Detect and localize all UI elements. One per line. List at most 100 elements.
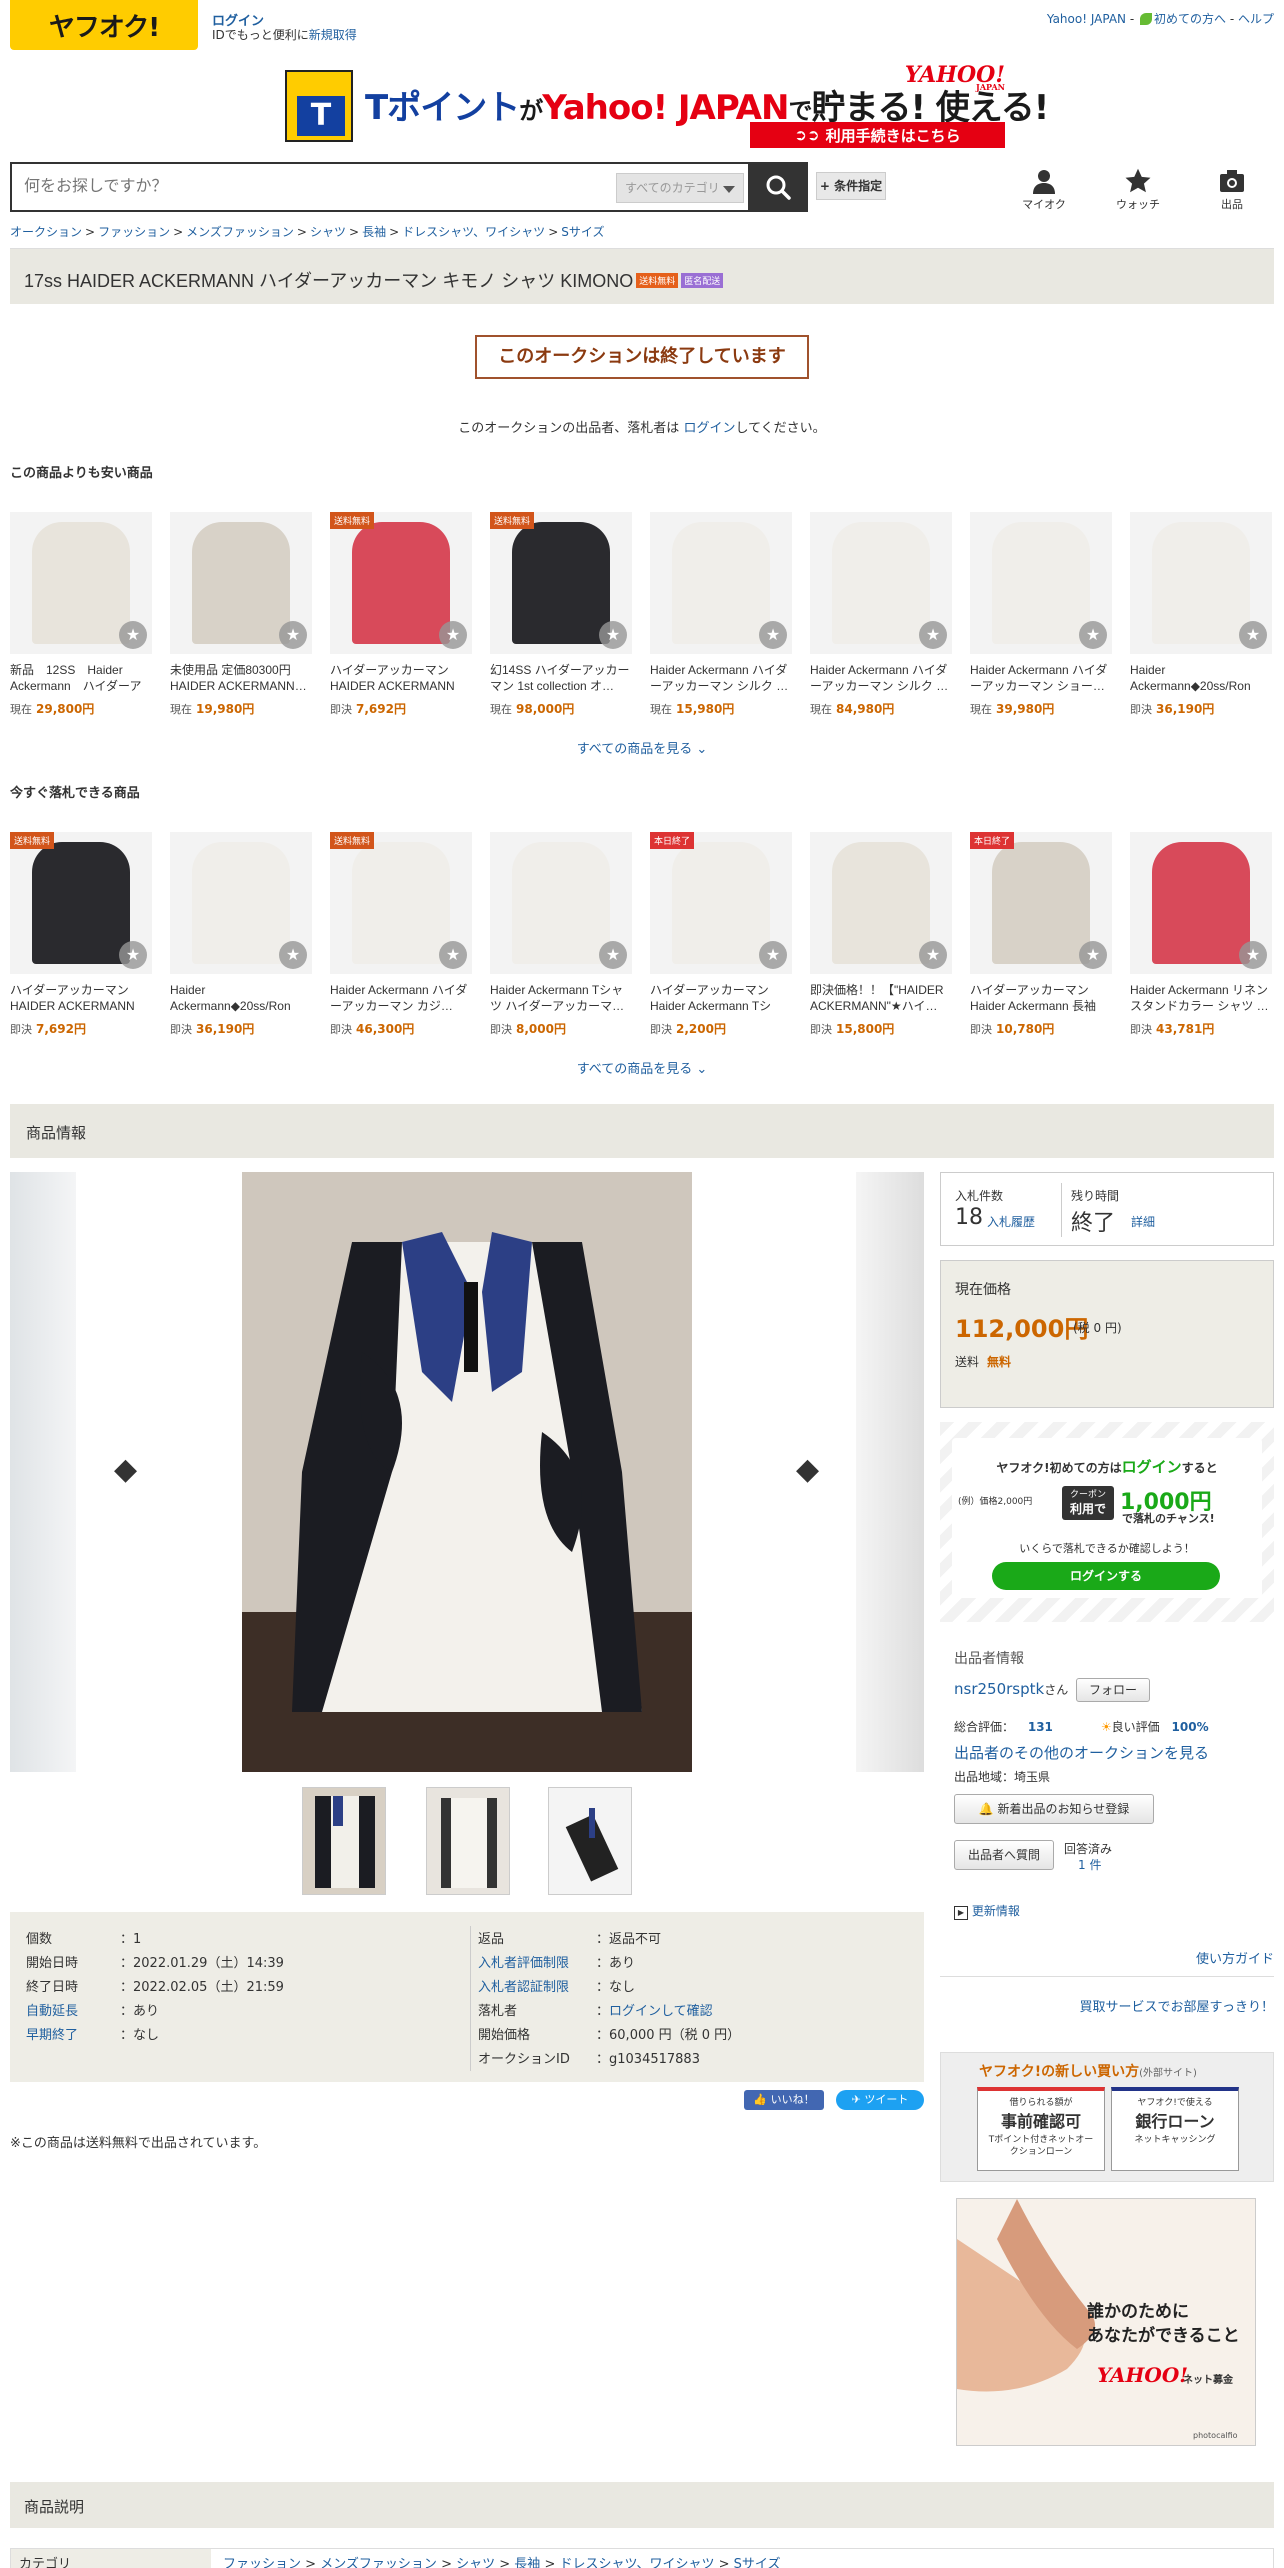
thumbnail-2[interactable] [426,1787,510,1895]
thumbnail-1[interactable] [302,1787,386,1895]
product-image[interactable]: ★ [970,512,1112,654]
product-name[interactable]: Haider Ackermann ハイダーアッカーマン シルク … [810,662,952,694]
product-name[interactable]: ハイダーアッカーマン HAIDER ACKERMANN 15… [10,982,152,1014]
breadcrumb-item[interactable]: Sサイズ [561,225,604,239]
watch-star-icon[interactable]: ★ [599,941,627,969]
myauction-nav[interactable]: マイオク [1014,166,1074,212]
breadcrumb-item[interactable]: メンズファッション [186,225,294,239]
spec-key[interactable]: 入札者認証制限 [478,1976,596,1995]
product-card[interactable]: 送料無料 ★ ハイダーアッカーマン HAIDER ACKERMANN 15… 即決7,… [10,832,152,1037]
product-image[interactable]: 送料無料 ★ [490,512,632,654]
breadcrumb-item[interactable]: シャツ [310,225,346,239]
buynow-see-all-link[interactable]: すべての商品を見る ⌄ [0,1058,1284,1077]
watch-star-icon[interactable]: ★ [759,941,787,969]
product-card[interactable]: 送料無料 ★ Haider Ackermann ハイダーアッカーマン カジ… 即決 46… [330,832,472,1037]
yahuoku-logo[interactable]: ヤフオク! [10,0,198,50]
signup-link[interactable]: 新規取得 [309,28,357,42]
sell-nav[interactable]: 出品 [1202,166,1262,212]
spec-key[interactable]: 自動延長 [26,2000,120,2019]
spec-value[interactable]: ログインして確認 [609,2004,713,2019]
description-breadcrumb-item[interactable]: Sサイズ [734,2557,781,2568]
breadcrumb-item[interactable]: オークション [10,225,82,239]
product-name[interactable]: ハイダーアッカーマン HAIDER ACKERMANN 15… [330,662,472,694]
product-card[interactable]: ★ 未使用品 定価80300円 HAIDER ACKERMANN… 現在 19,980… [170,512,312,717]
product-name[interactable]: Haider Ackermann◆20ss/Ron Herman別注/ジ… [170,982,312,1014]
product-image[interactable]: 本日終了 ★ [970,832,1112,974]
product-card[interactable]: ★ Haider Ackermann Tシャツ ハイダーアッカーマ… 即決 8,000… [490,832,632,1037]
update-info-link[interactable]: ▶ 更新情報 [954,1902,1020,1920]
yahoo-japan-link[interactable]: Yahoo! JAPAN [1047,12,1126,26]
answered-count-link[interactable]: 1 件 [1078,1856,1101,1873]
product-image[interactable]: ★ [810,512,952,654]
watch-star-icon[interactable]: ★ [439,621,467,649]
product-name[interactable]: 新品 12SS Haider Ackermann ハイダーアッ… [10,662,152,694]
product-card[interactable]: 本日終了 ★ ハイダーアッカーマン Haider Ackermann Tシャ… 即決2… [650,832,792,1037]
thumbnail-3[interactable] [548,1787,632,1895]
seller-name-link[interactable]: nsr250rsptk [954,1680,1044,1698]
description-breadcrumb-item[interactable]: 長袖 [514,2557,540,2568]
product-image[interactable]: 送料無料 ★ [330,512,472,654]
category-select[interactable]: すべてのカテゴリ [616,173,744,203]
product-card[interactable]: 本日終了 ★ ハイダーアッカーマン Haider Ackermann 長袖 ウ… 即決… [970,832,1112,1037]
description-breadcrumb-item[interactable]: メンズファッション [320,2557,437,2568]
product-name[interactable]: Haider Ackermann ハイダーアッカーマン シルク … [650,662,792,694]
product-card[interactable]: 送料無料 ★ ハイダーアッカーマン HAIDER ACKERMANN 15… 即決7,… [330,512,472,717]
product-name[interactable]: Haider Ackermann リネン スタンドカラー シャツ … [1130,982,1272,1014]
detail-link[interactable]: 詳細 [1131,1213,1155,1230]
product-card[interactable]: ★ Haider Ackermann◆20ss/Ron Herman別注/ジ… 即決… [1130,512,1272,717]
bank-loan-card[interactable]: ヤフオク!で使える 銀行ローン ネットキャッシング [1111,2087,1239,2171]
cheaper-see-all-link[interactable]: すべての商品を見る ⌄ [0,738,1284,757]
product-card[interactable]: ★ Haider Ackermann ハイダーアッカーマン シルク … 現在 15,9… [650,512,792,717]
rating-link[interactable]: 131 [1028,1720,1053,1734]
watch-star-icon[interactable]: ★ [119,941,147,969]
product-name[interactable]: Haider Ackermann ハイダーアッカーマン カジ… [330,982,472,1014]
product-image[interactable]: ★ [170,832,312,974]
ended-login-link[interactable]: ログイン [683,421,735,436]
help-link[interactable]: ヘルプ [1238,12,1274,26]
watch-star-icon[interactable]: ★ [599,621,627,649]
spec-key[interactable]: 早期終了 [26,2024,120,2043]
main-product-image[interactable] [242,1172,692,1772]
breadcrumb-item[interactable]: 長袖 [362,225,386,239]
description-breadcrumb-item[interactable]: ドレスシャツ、ワイシャツ [559,2557,714,2568]
guide-link[interactable]: 使い方ガイド [1196,1948,1274,1967]
product-image[interactable]: ★ [650,512,792,654]
beginner-link[interactable]: 初めての方へ [1154,12,1226,26]
seller-other-auctions-link[interactable]: 出品者のその他のオークションを見る [954,1742,1209,1763]
product-card[interactable]: ★ Haider Ackermann◆20ss/Ron Herman別注/ジ… 即決… [170,832,312,1037]
product-name[interactable]: Haider Ackermann Tシャツ ハイダーアッカーマ… [490,982,632,1014]
watch-star-icon[interactable]: ★ [919,621,947,649]
product-image[interactable]: 送料無料 ★ [10,832,152,974]
description-breadcrumb-item[interactable]: ファッション [223,2557,301,2568]
watch-star-icon[interactable]: ★ [119,621,147,649]
breadcrumb-item[interactable]: ドレスシャツ、ワイシャツ [402,225,545,239]
product-name[interactable]: ハイダーアッカーマン Haider Ackermann Tシャ… [650,982,792,1014]
promo-login-button[interactable]: ログインする [992,1562,1220,1590]
product-image[interactable]: ★ [10,512,152,654]
product-name[interactable]: ハイダーアッカーマン Haider Ackermann 長袖 ウ… [970,982,1112,1014]
watch-star-icon[interactable]: ★ [279,941,307,969]
product-card[interactable]: ★ Haider Ackermann ハイダーアッカーマン シルク … 現在 84,9… [810,512,952,717]
product-image[interactable]: ★ [170,512,312,654]
watch-star-icon[interactable]: ★ [439,941,467,969]
product-name[interactable]: Haider Ackermann ハイダーアッカーマン ショー… [970,662,1112,694]
tpoint-banner[interactable]: T TポイントがYahoo! JAPANで貯まる! 使える! YAHOO! JAP… [285,62,1049,150]
watch-star-icon[interactable]: ★ [759,621,787,649]
watch-star-icon[interactable]: ★ [1239,941,1267,969]
new-listing-notify-button[interactable]: 🔔 新着出品のお知らせ登録 [954,1794,1154,1824]
product-image[interactable]: ★ [810,832,952,974]
watch-star-icon[interactable]: ★ [1239,621,1267,649]
prior-check-card[interactable]: 借りられる額が 事前確認可 Tポイント付きネットオークションローン [977,2087,1105,2171]
banner-procedure-button[interactable]: ➲➲ 利用手続きはこちら [750,122,1005,148]
kaitori-service-link[interactable]: 買取サービスでお部屋すっきり！ [1080,1996,1274,2015]
follow-button[interactable]: フォロー [1076,1678,1150,1702]
donation-ad[interactable]: 誰かのために あなたができること YAHOO! ネット募金 photocalfi… [956,2198,1256,2446]
breadcrumb-item[interactable]: ファッション [98,225,170,239]
product-card[interactable]: ★ 即決価格！！【"HAIDER ACKERMANN"★ハイ… 即決 15,800円 [810,832,952,1037]
question-button[interactable]: 出品者へ質問 [954,1840,1054,1870]
watch-star-icon[interactable]: ★ [279,621,307,649]
product-card[interactable]: ★ Haider Ackermann リネン スタンドカラー シャツ … 即決 43,… [1130,832,1272,1037]
spec-key[interactable]: 入札者評価制限 [478,1952,596,1971]
product-name[interactable]: Haider Ackermann◆20ss/Ron Herman別注/ジ… [1130,662,1272,694]
facebook-like-button[interactable]: 👍 いいね！ [744,2090,824,2110]
